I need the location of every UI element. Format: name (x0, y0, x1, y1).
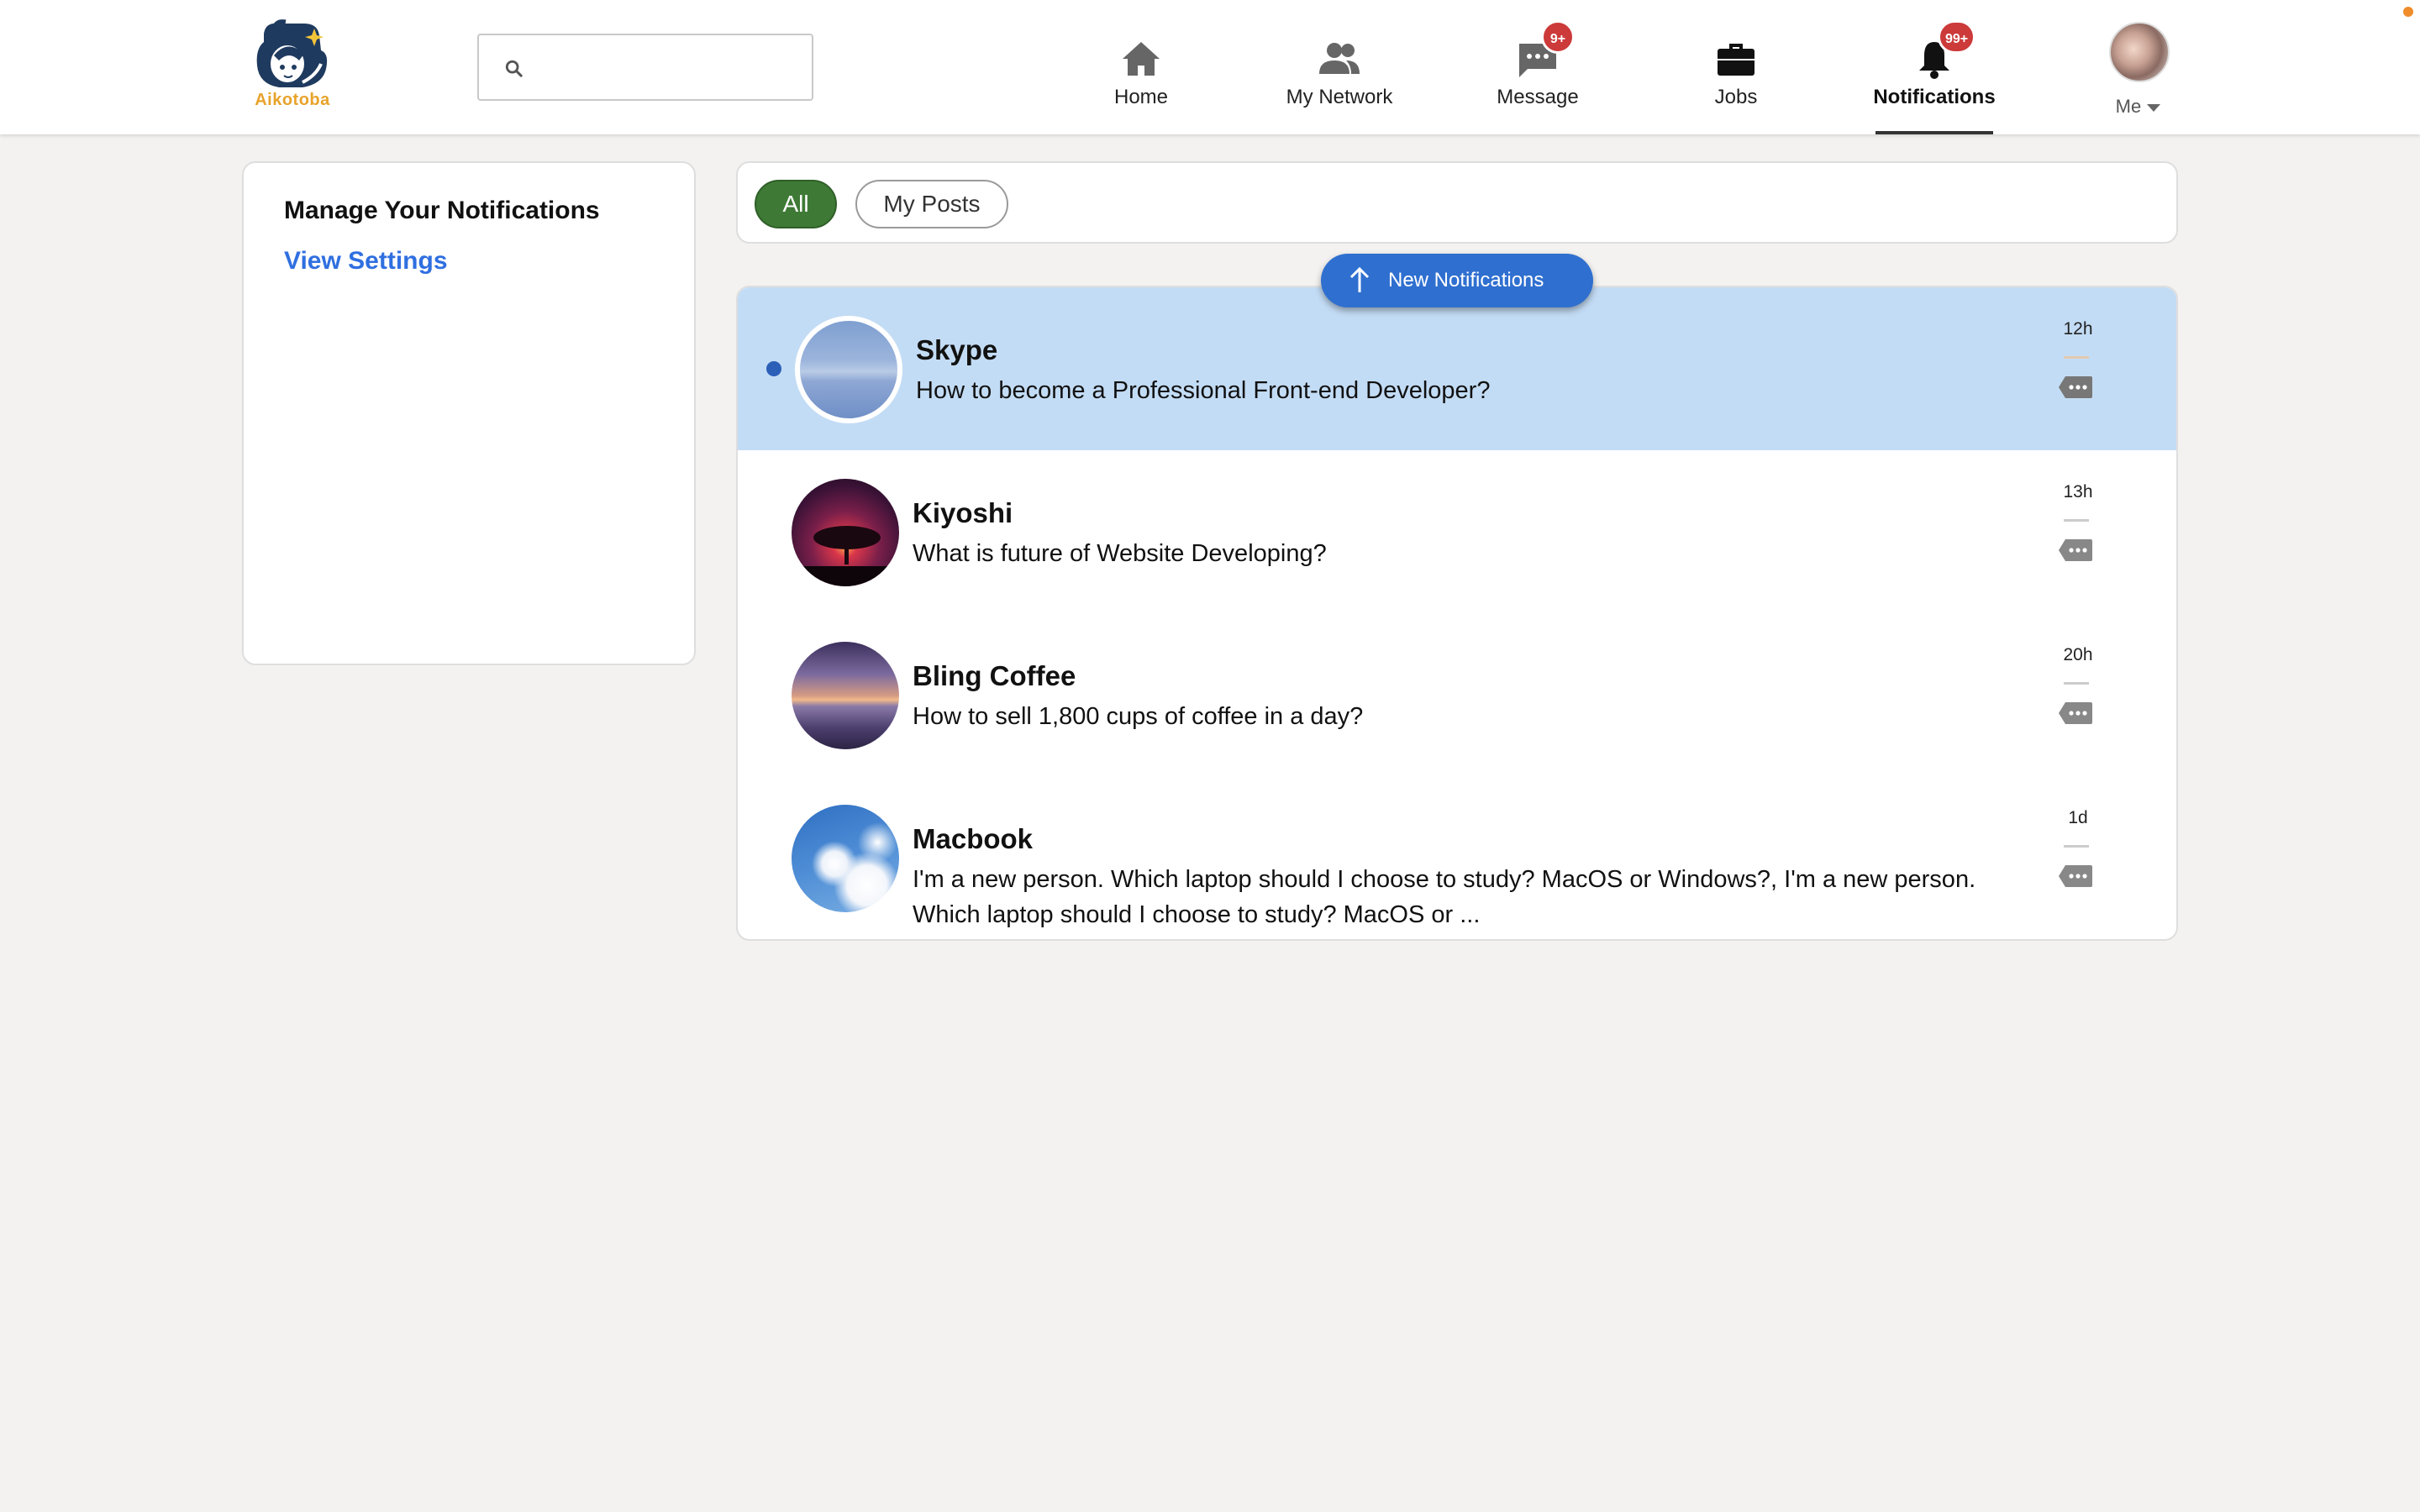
new-notifications-button[interactable]: New Notifications (1321, 254, 1593, 307)
notification-time: 20h (2063, 645, 2093, 664)
people-icon (1319, 43, 1360, 74)
nav-notifications-label: Notifications (1873, 86, 1996, 108)
search-input[interactable] (538, 44, 798, 92)
divider (2064, 519, 2089, 522)
notification-text[interactable]: What is future of Website Developing? (913, 536, 2030, 571)
brand-name: Aikotoba (255, 91, 330, 109)
unread-indicator (766, 361, 781, 376)
nav-message-label: Message (1497, 86, 1579, 108)
divider (2064, 682, 2089, 685)
manage-notifications-card: Manage Your Notifications View Settings (242, 161, 696, 665)
filter-all-button[interactable]: All (755, 180, 837, 228)
status-dot (2403, 7, 2413, 17)
aikotoba-logo[interactable]: Aikotoba (249, 17, 336, 109)
notification-row[interactable]: Bling Coffee How to sell 1,800 cups of c… (738, 613, 2176, 776)
more-options-icon[interactable] (2057, 375, 2094, 400)
notification-avatar[interactable] (792, 805, 899, 912)
more-options-icon[interactable] (2057, 701, 2094, 726)
divider (2064, 845, 2089, 848)
notification-sender[interactable]: Macbook (913, 823, 1033, 855)
message-count-badge: 9+ (1541, 20, 1575, 54)
view-settings-link[interactable]: View Settings (284, 247, 448, 276)
notification-filter-bar: All My Posts (736, 161, 2178, 244)
notification-avatar[interactable] (795, 316, 902, 423)
nav-my-network-label: My Network (1286, 86, 1393, 108)
notification-text[interactable]: How to sell 1,800 cups of coffee in a da… (913, 699, 2030, 734)
nav-me-menu[interactable]: Me (2101, 20, 2176, 121)
logo-icon (256, 19, 328, 87)
nav-home[interactable]: Home (1057, 25, 1225, 134)
notification-row[interactable]: Kiyoshi What is future of Website Develo… (738, 450, 2176, 613)
filter-my-posts-button[interactable]: My Posts (855, 180, 1008, 228)
notification-avatar[interactable] (792, 479, 899, 586)
nav-notifications[interactable]: 99+ Notifications (1850, 20, 2018, 134)
notification-time: 13h (2063, 482, 2093, 501)
notifications-count-badge: 99+ (1938, 20, 1976, 54)
me-label-text: Me (2115, 96, 2142, 117)
manage-notifications-title: Manage Your Notifications (284, 197, 600, 224)
top-navigation-bar: Aikotoba Home My Network 9+ Message Jobs… (0, 0, 2420, 134)
nav-message[interactable]: 9+ Message (1454, 20, 1622, 134)
notification-time: 1d (2068, 808, 2088, 827)
notification-sender[interactable]: Skype (916, 334, 997, 366)
notification-row[interactable]: Skype How to become a Professional Front… (738, 287, 2176, 450)
notification-text[interactable]: I'm a new person. Which laptop should I … (913, 862, 2030, 932)
notification-sender[interactable]: Bling Coffee (913, 660, 1076, 692)
home-icon (1123, 42, 1160, 76)
search-icon (505, 60, 523, 77)
nav-home-label: Home (1113, 86, 1169, 108)
tree-silhouette-icon (792, 526, 899, 586)
notification-row[interactable]: Macbook I'm a new person. Which laptop s… (738, 776, 2176, 939)
arrow-up-icon (1349, 266, 1370, 292)
divider (2064, 356, 2089, 359)
notification-time: 12h (2063, 319, 2093, 339)
search-box[interactable] (477, 34, 813, 101)
notifications-list: Skype How to become a Professional Front… (736, 286, 2178, 941)
chevron-down-icon (2147, 104, 2161, 113)
new-notifications-label: New Notifications (1388, 269, 1544, 291)
nav-jobs[interactable]: Jobs (1652, 25, 1820, 134)
avatar[interactable] (2109, 22, 2170, 82)
nav-jobs-label: Jobs (1714, 86, 1758, 108)
notification-sender[interactable]: Kiyoshi (913, 497, 1013, 529)
more-options-icon[interactable] (2057, 538, 2094, 563)
more-options-icon[interactable] (2057, 864, 2094, 889)
nav-me-label: Me (2101, 96, 2176, 118)
notification-text[interactable]: How to become a Professional Front-end D… (916, 373, 2033, 408)
briefcase-icon (1718, 44, 1754, 76)
nav-my-network[interactable]: My Network (1255, 25, 1423, 134)
notification-avatar[interactable] (792, 642, 899, 749)
